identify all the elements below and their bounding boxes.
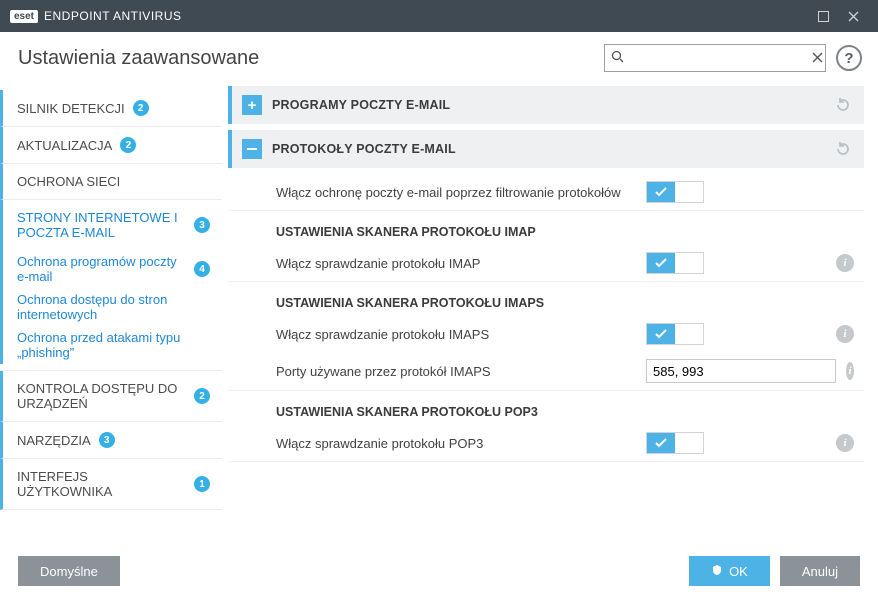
sidebar-item-label: SILNIK DETEKCJI [17, 101, 125, 116]
imaps-ports-input[interactable] [646, 359, 836, 383]
row-enable-imap: Włącz sprawdzanie protokołu IMAP i [228, 245, 864, 282]
default-button[interactable]: Domyślne [18, 556, 120, 586]
sidebar-badge: 4 [194, 261, 210, 277]
brand: eset ENDPOINT ANTIVIRUS [10, 9, 181, 23]
reset-icon[interactable] [832, 94, 854, 116]
check-icon [647, 433, 675, 453]
collapse-icon[interactable] [242, 139, 262, 159]
sidebar-item-label: NARZĘDZIA [17, 433, 91, 448]
brand-logo: eset [10, 10, 38, 23]
footer: Domyślne OK Anuluj [0, 544, 878, 598]
sidebar-item-web-email[interactable]: STRONY INTERNETOWE I POCZTA E-MAIL 3 [0, 200, 222, 250]
toggle-enable-imaps[interactable] [646, 323, 704, 345]
setting-label: Włącz ochronę poczty e-mail poprzez filt… [276, 185, 636, 200]
toggle-enable-pop3[interactable] [646, 432, 704, 454]
sidebar-item-label: Ochrona programów poczty e-mail [17, 254, 186, 284]
search-input[interactable] [630, 51, 806, 66]
button-label: Domyślne [40, 564, 98, 579]
toggle-enable-imap[interactable] [646, 252, 704, 274]
header: Ustawienia zaawansowane ? [0, 32, 878, 86]
setting-label: Porty używane przez protokół IMAPS [276, 364, 636, 379]
info-icon[interactable]: i [836, 434, 854, 452]
subheading-pop3: USTAWIENIA SKANERA PROTOKOŁU POP3 [228, 391, 864, 425]
setting-label: Włącz sprawdzanie protokołu IMAPS [276, 327, 636, 342]
search-icon [611, 50, 624, 66]
section-title: PROTOKOŁY POCZTY E-MAIL [272, 142, 456, 156]
sidebar-item-detection-engine[interactable]: SILNIK DETEKCJI 2 [0, 90, 222, 127]
main-content: + PROGRAMY POCZTY E-MAIL PROTOKOŁY POCZT… [222, 86, 878, 540]
title-bar: eset ENDPOINT ANTIVIRUS [0, 0, 878, 32]
sidebar-badge: 2 [120, 137, 136, 153]
setting-label: Włącz sprawdzanie protokołu POP3 [276, 436, 636, 451]
sidebar-item-label: Ochrona przed atakami typu „phishing” [17, 330, 210, 360]
reset-icon[interactable] [832, 138, 854, 160]
row-enable-email-protection: Włącz ochronę poczty e-mail poprzez filt… [228, 174, 864, 211]
sidebar-item-device-control[interactable]: KONTROLA DOSTĘPU DO URZĄDZEŃ 2 [0, 371, 222, 422]
check-icon [647, 324, 675, 344]
help-icon[interactable]: ? [836, 45, 862, 71]
expand-icon[interactable]: + [242, 95, 262, 115]
sidebar-badge: 2 [133, 100, 149, 116]
clear-search-icon[interactable] [812, 51, 823, 66]
cancel-button[interactable]: Anuluj [780, 556, 860, 586]
search-box[interactable] [604, 44, 826, 72]
subheading-imap: USTAWIENIA SKANERA PROTOKOŁU IMAP [228, 211, 864, 245]
sidebar-badge: 3 [99, 432, 115, 448]
shield-ok-icon [711, 564, 723, 579]
check-icon [647, 253, 675, 273]
check-icon [647, 182, 675, 202]
sidebar-item-label: Ochrona dostępu do stron internetowych [17, 292, 210, 322]
sidebar-badge: 3 [194, 217, 210, 233]
button-label: Anuluj [802, 564, 838, 579]
sidebar-item-network-protection[interactable]: OCHRONA SIECI [0, 164, 222, 200]
window-close-icon[interactable] [838, 11, 868, 22]
sidebar-badge: 1 [194, 476, 210, 492]
sidebar-item-label: INTERFEJS UŻYTKOWNIKA [17, 469, 186, 499]
page-title: Ustawienia zaawansowane [18, 47, 594, 70]
subheading-imaps: USTAWIENIA SKANERA PROTOKOŁU IMAPS [228, 282, 864, 316]
section-email-protocols[interactable]: PROTOKOŁY POCZTY E-MAIL [228, 130, 864, 168]
info-icon[interactable]: i [836, 325, 854, 343]
info-icon[interactable]: i [846, 362, 854, 380]
window-maximize-icon[interactable] [808, 11, 838, 22]
sidebar-item-ui[interactable]: INTERFEJS UŻYTKOWNIKA 1 [0, 459, 222, 510]
ok-button[interactable]: OK [689, 556, 770, 586]
sidebar-item-web-access-protection[interactable]: Ochrona dostępu do stron internetowych [0, 288, 222, 326]
window-title: ENDPOINT ANTIVIRUS [44, 9, 181, 23]
sidebar-item-email-client-protection[interactable]: Ochrona programów poczty e-mail 4 [0, 250, 222, 288]
info-icon[interactable]: i [836, 254, 854, 272]
sidebar: SILNIK DETEKCJI 2 AKTUALIZACJA 2 OCHRONA… [0, 86, 222, 540]
sidebar-item-label: OCHRONA SIECI [17, 174, 120, 189]
sidebar-badge: 2 [194, 388, 210, 404]
sidebar-item-antiphishing[interactable]: Ochrona przed atakami typu „phishing” [0, 326, 222, 364]
sidebar-item-label: AKTUALIZACJA [17, 138, 112, 153]
row-enable-imaps: Włącz sprawdzanie protokołu IMAPS i [228, 316, 864, 352]
sidebar-item-tools[interactable]: NARZĘDZIA 3 [0, 422, 222, 459]
section-title: PROGRAMY POCZTY E-MAIL [272, 98, 450, 112]
panel-email-protocols: Włącz ochronę poczty e-mail poprzez filt… [228, 174, 864, 470]
toggle-enable-email-protection[interactable] [646, 181, 704, 203]
row-imaps-ports: Porty używane przez protokół IMAPS i [228, 352, 864, 391]
setting-label: Włącz sprawdzanie protokołu IMAP [276, 256, 636, 271]
sidebar-item-update[interactable]: AKTUALIZACJA 2 [0, 127, 222, 164]
sidebar-item-label: KONTROLA DOSTĘPU DO URZĄDZEŃ [17, 381, 186, 411]
sidebar-item-label: STRONY INTERNETOWE I POCZTA E-MAIL [17, 210, 186, 240]
button-label: OK [729, 564, 748, 579]
row-enable-pop3: Włącz sprawdzanie protokołu POP3 i [228, 425, 864, 462]
section-email-programs[interactable]: + PROGRAMY POCZTY E-MAIL [228, 86, 864, 124]
